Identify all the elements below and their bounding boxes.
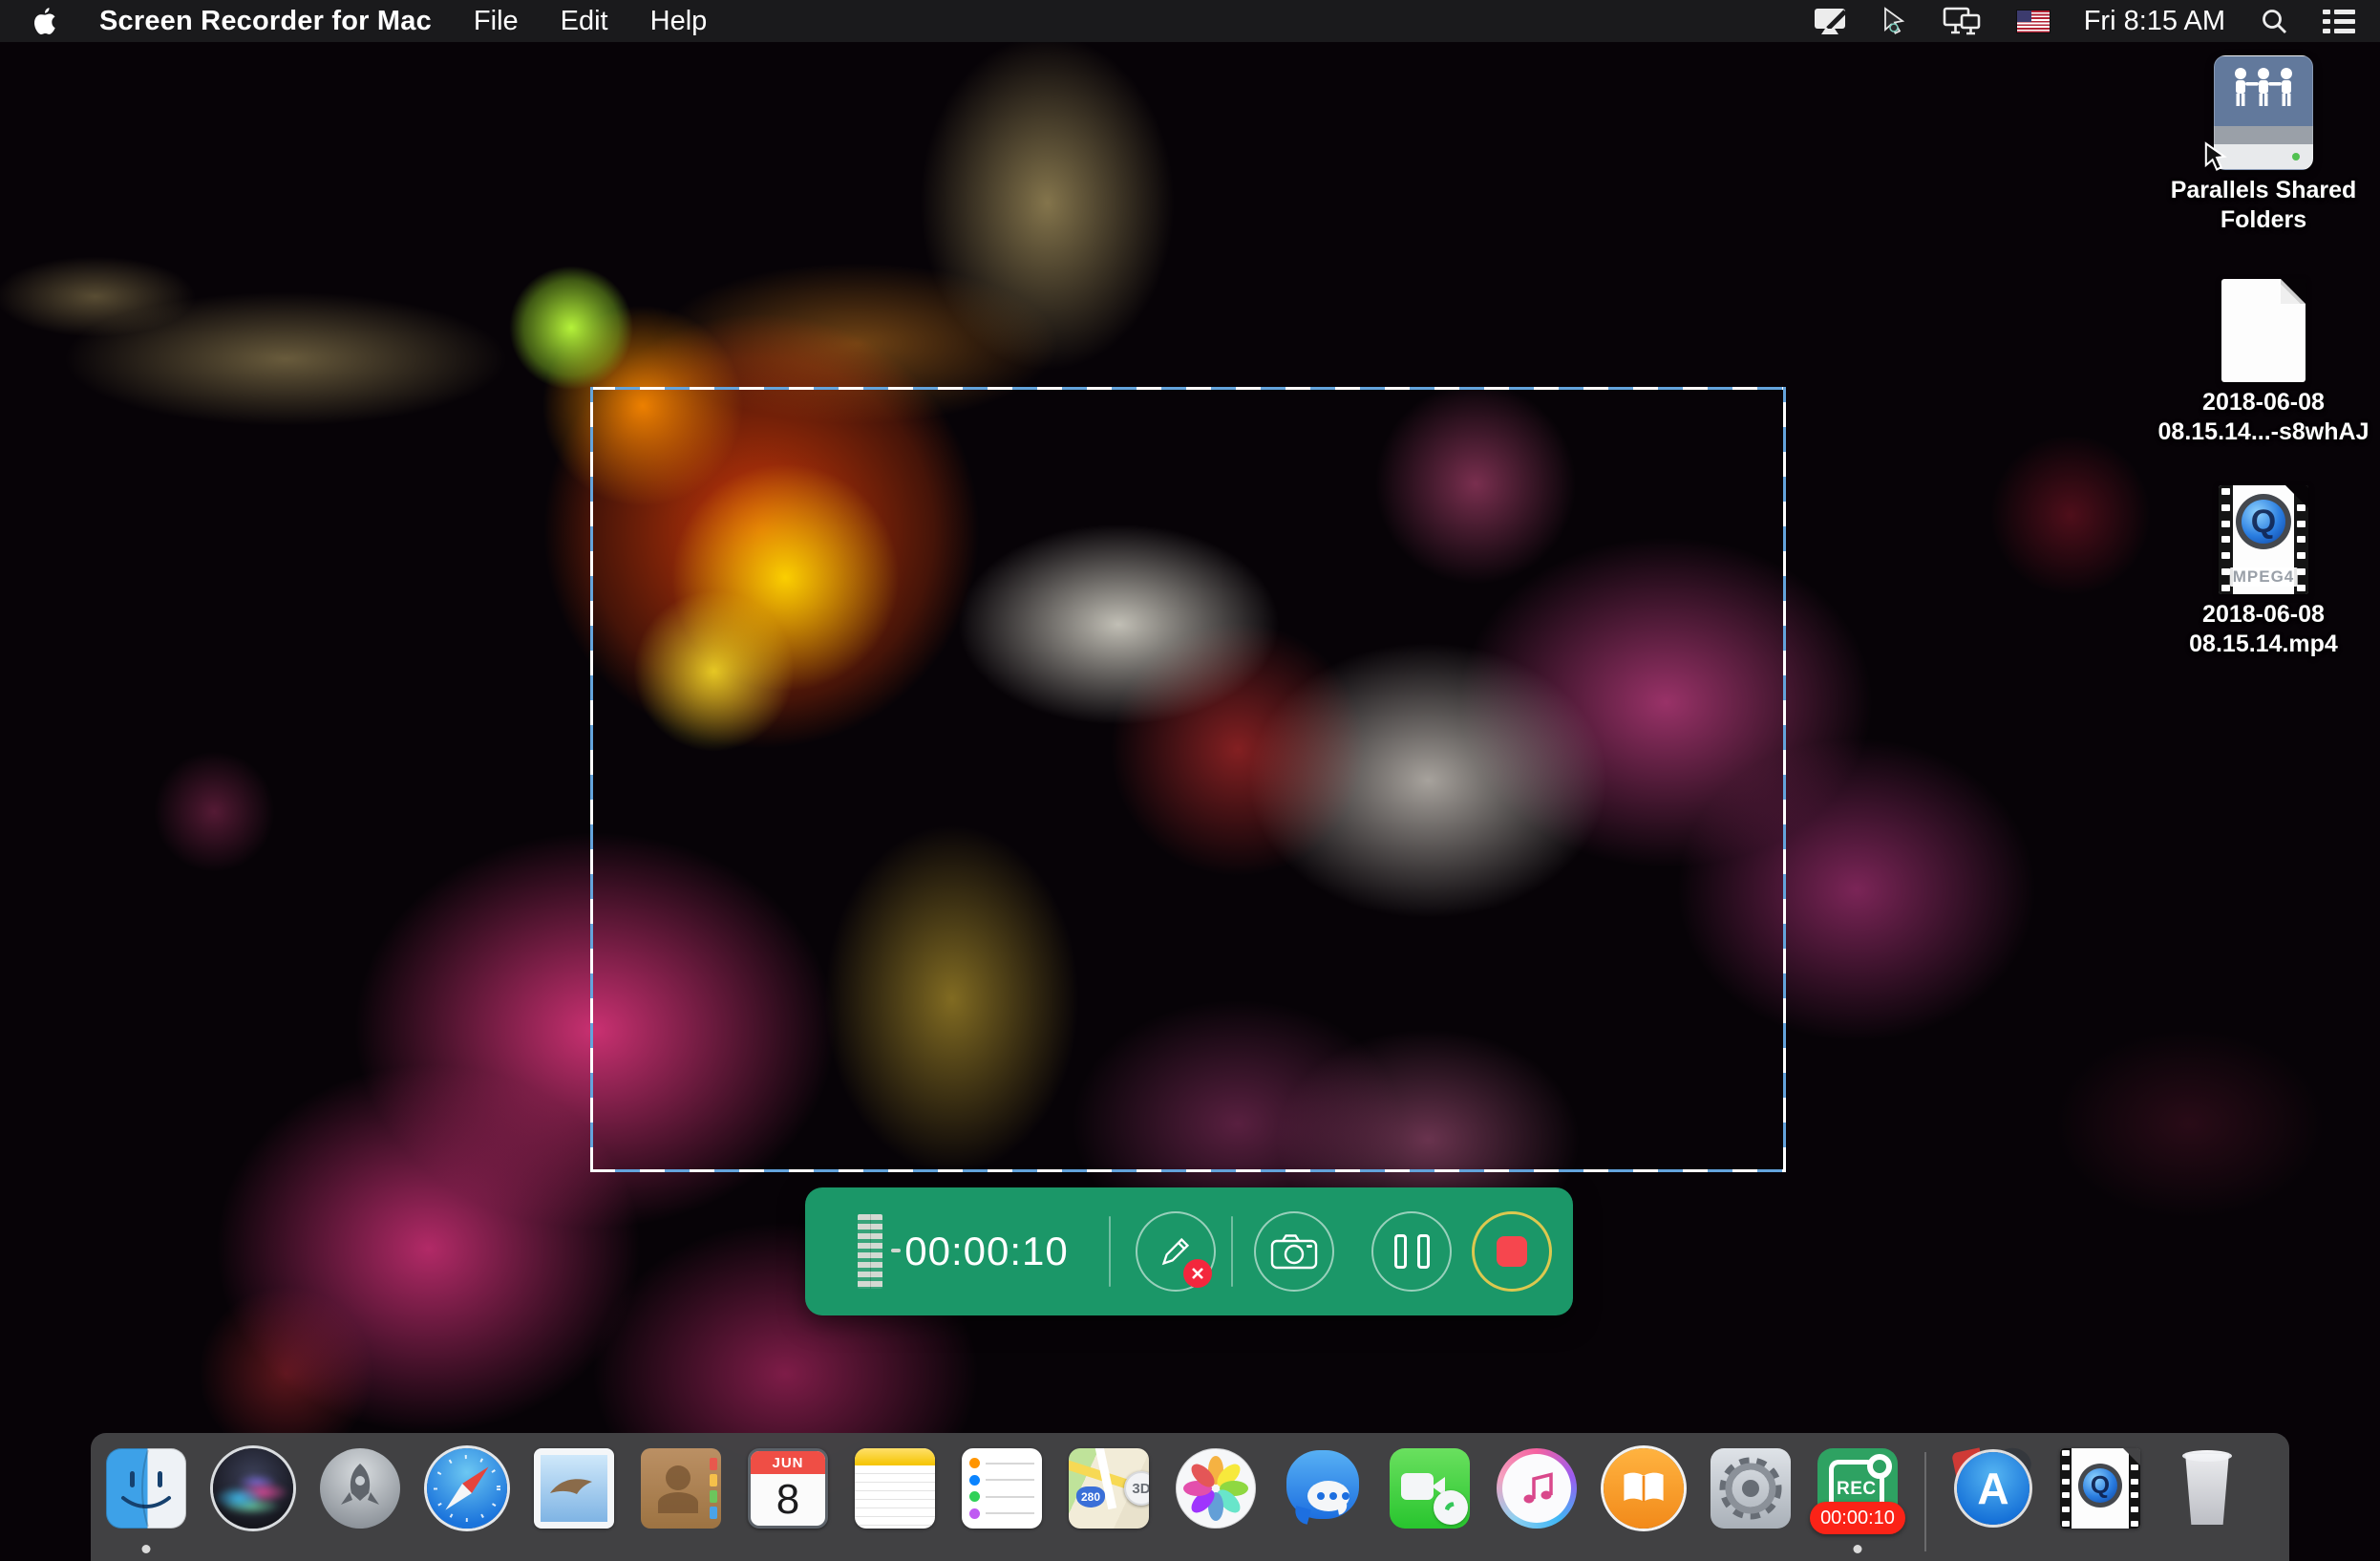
file-label-line1: 2018-06-08 <box>2144 600 2380 630</box>
dock-item-quicktime-file[interactable]: Q <box>2060 1448 2140 1529</box>
stop-button[interactable] <box>1472 1211 1552 1292</box>
maps-3d-compass: 3D <box>1124 1471 1149 1506</box>
dock-item-maps[interactable]: 280 3D <box>1069 1448 1149 1529</box>
mail-stamp-icon <box>541 1455 607 1522</box>
notification-center-icon[interactable] <box>2323 8 2355 34</box>
audio-meter-tick <box>891 1249 901 1252</box>
running-indicator <box>142 1545 151 1553</box>
apple-menu[interactable] <box>32 7 57 35</box>
dock-item-itunes[interactable] <box>1497 1448 1577 1529</box>
notes-icon <box>855 1448 935 1465</box>
recording-selection-region[interactable] <box>590 387 1786 1172</box>
dock-item-app-store[interactable]: A <box>1953 1448 2033 1529</box>
dock-separator <box>1924 1452 1926 1551</box>
dock-item-finder[interactable] <box>106 1448 186 1529</box>
file-label-line2: 08.15.14...-s8whAJ <box>2144 417 2380 447</box>
desktop-screen: Screen Recorder for Mac File Edit Help <box>0 0 2380 1561</box>
menu-help[interactable]: Help <box>650 6 708 37</box>
dock-item-notes[interactable] <box>855 1448 935 1529</box>
running-indicator <box>1854 1545 1862 1553</box>
desktop-icon-recorded-video[interactable]: Q MPEG4 2018-06-08 08.15.14.mp4 <box>2144 485 2380 659</box>
dock: JUN 8 280 3D <box>91 1433 2289 1561</box>
dock-item-screen-recorder[interactable]: REC 00:00:10 <box>1817 1448 1898 1529</box>
stop-icon <box>1497 1236 1527 1267</box>
us-flag-icon[interactable] <box>2017 11 2050 32</box>
selection-edge-top[interactable] <box>590 387 1786 390</box>
quicktime-icon: Q <box>2078 1464 2122 1508</box>
contacts-tabs <box>710 1458 717 1519</box>
recording-toolbar: 00:00:10 <box>805 1187 1573 1315</box>
dock-item-contacts[interactable] <box>641 1448 721 1529</box>
dock-item-system-preferences[interactable] <box>1711 1448 1791 1529</box>
pause-button[interactable] <box>1371 1211 1452 1292</box>
displays-icon[interactable] <box>1943 7 1983 35</box>
dock-item-safari[interactable] <box>427 1448 507 1529</box>
apple-logo-icon <box>32 7 57 35</box>
dock-item-ibooks[interactable] <box>1604 1448 1684 1529</box>
dock-item-messages[interactable] <box>1283 1448 1363 1529</box>
menu-bar: Screen Recorder for Mac File Edit Help <box>0 0 2380 42</box>
screenshot-button[interactable] <box>1254 1211 1334 1292</box>
pause-icon <box>1394 1234 1430 1269</box>
desktop-icon-label: Parallels Shared Folders <box>2144 176 2380 235</box>
dock-item-calendar[interactable]: JUN 8 <box>748 1448 828 1529</box>
siri-icon <box>213 1448 293 1529</box>
dock-item-reminders[interactable] <box>962 1448 1042 1529</box>
audio-level-meter <box>858 1214 882 1289</box>
toolbar-divider <box>1231 1216 1233 1287</box>
recording-timer: 00:00:10 <box>908 1187 1065 1315</box>
menu-edit[interactable]: Edit <box>561 6 608 37</box>
file-label-line2: 08.15.14.mp4 <box>2144 630 2380 659</box>
safari-compass-icon <box>427 1448 507 1529</box>
mpeg4-badge: MPEG4 <box>2230 567 2298 587</box>
annotate-button[interactable] <box>1136 1211 1216 1292</box>
shared-people-icon <box>2227 65 2300 115</box>
rec-label: REC <box>1837 1479 1877 1500</box>
contacts-person-icon <box>666 1465 691 1490</box>
drive-status-led <box>2292 153 2300 160</box>
mpeg4-file-icon: Q MPEG4 <box>2219 485 2308 594</box>
dock-item-launchpad[interactable] <box>320 1448 400 1529</box>
camera-icon <box>1269 1231 1319 1272</box>
document-icon <box>2221 279 2306 382</box>
dock-item-trash[interactable] <box>2167 1448 2247 1529</box>
selection-edge-left[interactable] <box>590 387 593 1172</box>
parallels-cursor-icon[interactable] <box>1881 7 1908 35</box>
facetime-phone-badge <box>1434 1490 1468 1525</box>
finder-icon <box>106 1448 186 1529</box>
menu-bar-clock[interactable]: Fri 8:15 AM <box>2084 6 2225 37</box>
app-title[interactable]: Screen Recorder for Mac <box>99 6 432 37</box>
menu-file[interactable]: File <box>474 6 519 37</box>
toolbar-divider <box>1109 1216 1111 1287</box>
dock-item-facetime[interactable] <box>1390 1448 1470 1529</box>
desktop-icon-parallels-shared-folders[interactable]: Parallels Shared Folders <box>2144 55 2380 235</box>
ibooks-book-icon <box>1619 1469 1668 1508</box>
calendar-month: JUN <box>751 1451 825 1474</box>
facetime-camera-icon <box>1401 1473 1434 1500</box>
dock-item-mail[interactable] <box>534 1448 614 1529</box>
annotate-disabled-badge <box>1183 1259 1212 1288</box>
screen-sharing-display-icon[interactable] <box>1813 7 1847 35</box>
calendar-day: 8 <box>751 1474 825 1526</box>
itunes-note-icon <box>1502 1454 1571 1523</box>
selection-edge-right[interactable] <box>1783 387 1786 1172</box>
quicktime-q-glyph: Q <box>2251 505 2276 538</box>
alias-arrow-icon <box>2202 141 2229 174</box>
spotlight-search-icon[interactable] <box>2260 7 2288 35</box>
file-label-line1: 2018-06-08 <box>2144 388 2380 417</box>
launchpad-rocket-icon <box>320 1448 400 1529</box>
quicktime-logo-icon: Q <box>2236 494 2291 549</box>
selection-edge-bottom[interactable] <box>590 1169 1786 1172</box>
network-drive-icon <box>2214 55 2313 170</box>
dock-item-photos[interactable] <box>1176 1448 1256 1529</box>
maps-highway-shield: 280 <box>1076 1486 1105 1508</box>
x-icon <box>1191 1267 1204 1280</box>
recorder-lens-icon <box>1867 1454 1892 1479</box>
gear-icon <box>1711 1448 1791 1529</box>
app-store-icon: A <box>1957 1452 2029 1525</box>
photos-flower-icon <box>1181 1454 1250 1523</box>
dock-item-siri[interactable] <box>213 1448 293 1529</box>
desktop-icon-recording-temp-file[interactable]: 2018-06-08 08.15.14...-s8whAJ <box>2144 279 2380 447</box>
recording-time-badge: 00:00:10 <box>1810 1502 1905 1534</box>
